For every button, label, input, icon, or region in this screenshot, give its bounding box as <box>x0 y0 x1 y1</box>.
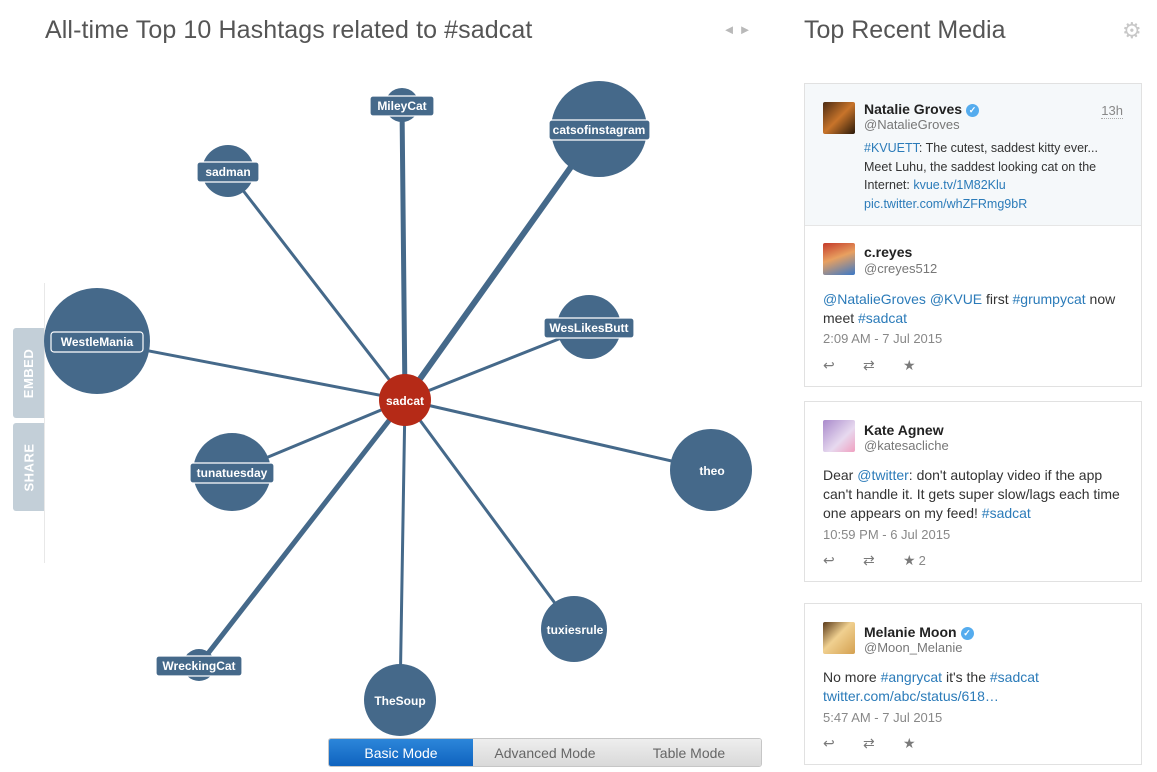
tweet-link[interactable]: #sadcat <box>990 669 1039 685</box>
tweet-panel-2: Kate Agnew @katesacliche Dear @twitter: … <box>804 401 1142 582</box>
edge-sadman <box>226 169 407 402</box>
tweet-link[interactable]: #sadcat <box>858 310 907 326</box>
tweet-date[interactable]: 10:59 PM - 6 Jul 2015 <box>823 527 950 542</box>
reply-icon[interactable]: ↩ <box>823 552 863 569</box>
hashtag-network-graph: MileyCat catsofinstagram sadman WestleMa… <box>44 81 752 736</box>
tweet-text: #KVUETT: The cutest, saddest kitty ever.… <box>864 139 1126 213</box>
tweet-link[interactable]: twitter.com/abc/status/618… <box>823 688 999 704</box>
tweet-link[interactable]: #angrycat <box>881 669 942 685</box>
node-wreckingcat[interactable]: WreckingCat <box>155 649 243 681</box>
tweet-link[interactable]: #KVUETT <box>864 141 919 155</box>
tweet-natalie-groves[interactable]: Natalie Groves ✓ @NatalieGroves 13h #KVUE… <box>805 84 1141 226</box>
node-sadman-label[interactable]: sadman <box>205 165 250 179</box>
node-sadman[interactable]: sadman <box>196 145 260 197</box>
retweet-icon[interactable]: ⇄ <box>863 735 903 752</box>
favorite-icon[interactable]: ★ <box>903 357 943 374</box>
tweet-text-segment: Dear <box>823 467 858 483</box>
edge-theo <box>403 398 713 472</box>
tweet-text-segment: it's the <box>942 669 990 685</box>
tweet-actions: ↩ ⇄ ★ <box>823 735 943 752</box>
advanced-mode-button[interactable]: Advanced Mode <box>473 739 617 766</box>
tweet-text: Dear @twitter: don't autoplay video if t… <box>823 466 1133 523</box>
tweet-link[interactable]: @twitter <box>857 467 909 483</box>
tweet-c-reyes[interactable]: c.reyes @creyes512 @NatalieGroves @KVUE … <box>805 226 1141 388</box>
tweet-date[interactable]: 5:47 AM - 7 Jul 2015 <box>823 710 942 725</box>
tweet-handle[interactable]: @katesacliche <box>864 438 949 453</box>
tweet-actions: ↩ ⇄ ★ 2 <box>823 552 926 569</box>
node-weslikesbutt[interactable]: WesLikesButt <box>543 295 635 359</box>
tweet-handle[interactable]: @creyes512 <box>864 261 937 276</box>
node-tuxiesrule-label[interactable]: tuxiesrule <box>547 623 604 637</box>
node-mileycat[interactable]: MileyCat <box>369 88 435 122</box>
node-center-sadcat[interactable]: sadcat <box>379 374 431 426</box>
node-tuxiesrule[interactable]: tuxiesrule <box>541 596 607 662</box>
tweet-panel-1: Natalie Groves ✓ @NatalieGroves 13h #KVUE… <box>804 83 1142 387</box>
tweet-link[interactable]: @KVUE <box>930 291 982 307</box>
node-theo[interactable]: theo <box>670 429 752 511</box>
mode-switcher: Basic Mode Advanced Mode Table Mode <box>328 738 762 767</box>
tweet-handle[interactable]: @Moon_Melanie <box>864 640 962 655</box>
tweet-link[interactable]: pic.twitter.com/whZFRmg9bR <box>864 197 1027 211</box>
node-thesoup[interactable]: TheSoup <box>364 664 436 736</box>
tweet-text-segment: No more <box>823 669 881 685</box>
tweet-panel-3: Melanie Moon ✓ @Moon_Melanie No more #ang… <box>804 603 1142 765</box>
tweet-link[interactable]: @NatalieGroves <box>823 291 926 307</box>
tweet-author[interactable]: Natalie Groves ✓ <box>864 101 980 117</box>
gear-icon[interactable]: ⚙ <box>1122 20 1142 42</box>
node-mileycat-label[interactable]: MileyCat <box>377 99 426 113</box>
avatar[interactable] <box>823 243 855 275</box>
tweet-date[interactable]: 2:09 AM - 7 Jul 2015 <box>823 331 942 346</box>
tweet-author[interactable]: Kate Agnew <box>864 422 944 438</box>
verified-icon: ✓ <box>966 104 980 117</box>
media-panel-title: Top Recent Media <box>804 16 1006 44</box>
node-theo-label[interactable]: theo <box>699 464 724 478</box>
avatar[interactable] <box>823 102 855 134</box>
tweet-text-segment: first <box>982 291 1013 307</box>
edge-mileycat <box>399 102 408 403</box>
tweet-melanie-moon[interactable]: Melanie Moon ✓ @Moon_Melanie No more #ang… <box>805 604 1141 766</box>
favorite-count: 2 <box>918 553 926 568</box>
table-mode-button[interactable]: Table Mode <box>617 739 761 766</box>
tweet-author-name: Natalie Groves <box>864 101 963 117</box>
node-wreckingcat-label[interactable]: WreckingCat <box>162 659 235 673</box>
node-catsofinstagram-label[interactable]: catsofinstagram <box>553 123 646 137</box>
tweet-actions: ↩ ⇄ ★ <box>823 357 943 374</box>
tweet-link[interactable]: #grumpycat <box>1013 291 1086 307</box>
node-tunatuesday[interactable]: tunatuesday <box>189 433 275 511</box>
tweet-link[interactable]: kvue.tv/1M82Klu <box>913 178 1005 192</box>
node-weslikesbutt-label[interactable]: WesLikesButt <box>549 321 628 335</box>
tweet-author[interactable]: c.reyes <box>864 244 912 260</box>
tweet-author[interactable]: Melanie Moon ✓ <box>864 624 974 640</box>
favorite-icon[interactable]: ★ <box>903 552 916 569</box>
tweet-handle[interactable]: @NatalieGroves <box>864 117 960 132</box>
retweet-icon[interactable]: ⇄ <box>863 552 903 569</box>
tweet-kate-agnew[interactable]: Kate Agnew @katesacliche Dear @twitter: … <box>805 402 1141 583</box>
center-node-label[interactable]: sadcat <box>386 394 424 408</box>
edge-catsofinstagram <box>402 126 601 403</box>
node-thesoup-label[interactable]: TheSoup <box>374 694 425 708</box>
node-catsofinstagram[interactable]: catsofinstagram <box>548 81 651 177</box>
tweet-author-name: Kate Agnew <box>864 422 944 438</box>
tweet-author-name: c.reyes <box>864 244 913 260</box>
tweet-author-name: Melanie Moon <box>864 624 957 640</box>
avatar[interactable] <box>823 420 855 452</box>
edge-thesoup <box>398 398 407 702</box>
reply-icon[interactable]: ↩ <box>823 357 863 374</box>
tweet-link[interactable]: #sadcat <box>982 505 1031 521</box>
tweet-text: No more #angrycat it's the #sadcat twitt… <box>823 668 1133 706</box>
avatar[interactable] <box>823 622 855 654</box>
favorite-icon[interactable]: ★ <box>903 735 943 752</box>
node-westlemania[interactable]: WestleMania <box>44 288 150 394</box>
tweet-text: @NatalieGroves @KVUE first #grumpycat no… <box>823 290 1133 328</box>
basic-mode-button[interactable]: Basic Mode <box>329 739 473 766</box>
node-tunatuesday-label[interactable]: tunatuesday <box>197 466 268 480</box>
tweet-time[interactable]: 13h <box>1101 104 1123 119</box>
retweet-icon[interactable]: ⇄ <box>863 357 903 374</box>
node-westlemania-label[interactable]: WestleMania <box>61 335 134 349</box>
verified-icon: ✓ <box>960 627 974 640</box>
reply-icon[interactable]: ↩ <box>823 735 863 752</box>
